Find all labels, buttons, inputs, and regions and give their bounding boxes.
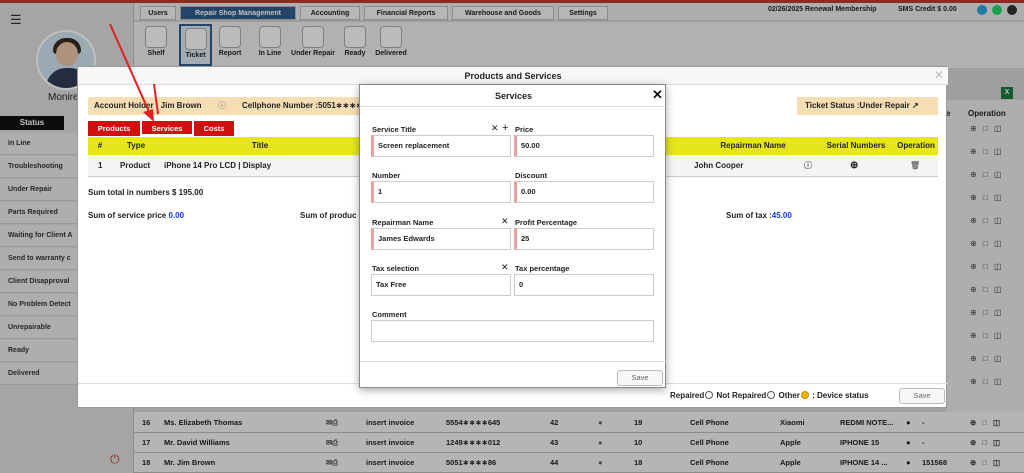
sum-tax-label: Sum of tax : bbox=[726, 211, 772, 220]
other-radio[interactable] bbox=[800, 391, 809, 399]
close-icon[interactable]: ✕ bbox=[934, 68, 944, 82]
clear-icon[interactable]: ✕ bbox=[501, 262, 509, 273]
other-label: Other bbox=[778, 391, 800, 400]
close-icon[interactable]: ✕ bbox=[652, 87, 663, 103]
col-serial: Serial Numbers bbox=[826, 141, 886, 150]
service-title-input[interactable]: Screen replacement bbox=[371, 135, 511, 157]
discount-input[interactable]: 0.00 bbox=[514, 181, 654, 203]
repairman-select[interactable]: James Edwards bbox=[371, 228, 511, 250]
sum-service-value: 0.00 bbox=[168, 211, 185, 220]
repaired-radio[interactable] bbox=[705, 391, 714, 399]
services-modal-footer: Save bbox=[360, 361, 667, 389]
tax-percentage-input[interactable]: 0 bbox=[514, 274, 654, 296]
tax-selection-select[interactable]: Tax Free bbox=[371, 274, 511, 296]
add-serial-icon[interactable]: ⊕ bbox=[850, 155, 858, 177]
clear-icon[interactable]: ✕ bbox=[501, 216, 509, 227]
external-link-icon[interactable]: ↗ bbox=[912, 101, 919, 110]
ticket-status[interactable]: Ticket Status :Under Repair ↗ bbox=[797, 97, 938, 115]
device-status-label: : Device status bbox=[812, 391, 869, 400]
number-input[interactable]: 1 bbox=[371, 181, 511, 203]
services-save-button[interactable]: Save bbox=[617, 370, 663, 386]
sum-service-label: Sum of service price bbox=[88, 211, 167, 220]
comment-input[interactable] bbox=[371, 320, 654, 342]
sum-tax-value: 45.00 bbox=[771, 211, 792, 220]
info-icon[interactable]: ⓘ bbox=[804, 155, 812, 177]
clear-icon[interactable]: ✕ bbox=[491, 123, 499, 134]
profit-percentage-label: Profit Percentage bbox=[515, 218, 578, 227]
sum-service: Sum of service price 0.00 bbox=[88, 211, 184, 220]
number-label: Number bbox=[372, 171, 401, 180]
sum-tax: Sum of tax :45.00 bbox=[726, 211, 792, 220]
row-repairman: John Cooper bbox=[694, 161, 744, 170]
not-repaired-radio[interactable] bbox=[767, 391, 776, 399]
col-operation: Operation bbox=[897, 141, 935, 150]
services-modal-title: Services bbox=[360, 85, 667, 107]
profit-percentage-input[interactable]: 25 bbox=[514, 228, 654, 250]
price-label: Price bbox=[515, 125, 534, 134]
price-input[interactable]: 50.00 bbox=[514, 135, 654, 157]
annotation-arrow-icon bbox=[109, 23, 159, 122]
not-repaired-label: Not Repaired bbox=[716, 391, 767, 400]
products-save-button[interactable]: Save bbox=[899, 388, 945, 404]
comment-label: Comment bbox=[372, 310, 407, 319]
add-icon[interactable]: + bbox=[502, 122, 508, 134]
col-repairman: Repairman Name bbox=[720, 141, 786, 150]
ticket-status-text: Ticket Status :Under Repair bbox=[805, 101, 910, 110]
sum-product-label: Sum of produc bbox=[300, 211, 357, 220]
device-status-group: Repaired Not Repaired Other : Device sta… bbox=[670, 391, 869, 400]
tax-percentage-label: Tax percentage bbox=[515, 264, 570, 273]
repaired-label: Repaired bbox=[670, 391, 705, 400]
services-modal: Services ✕ Service Title ✕ + Screen repl… bbox=[359, 84, 667, 389]
repairman-label: Repairman Name bbox=[372, 218, 434, 227]
trash-icon[interactable]: 🗑 bbox=[910, 155, 920, 177]
discount-label: Discount bbox=[515, 171, 548, 180]
service-title-label: Service Title bbox=[372, 125, 417, 134]
tax-selection-label: Tax selection bbox=[372, 264, 419, 273]
